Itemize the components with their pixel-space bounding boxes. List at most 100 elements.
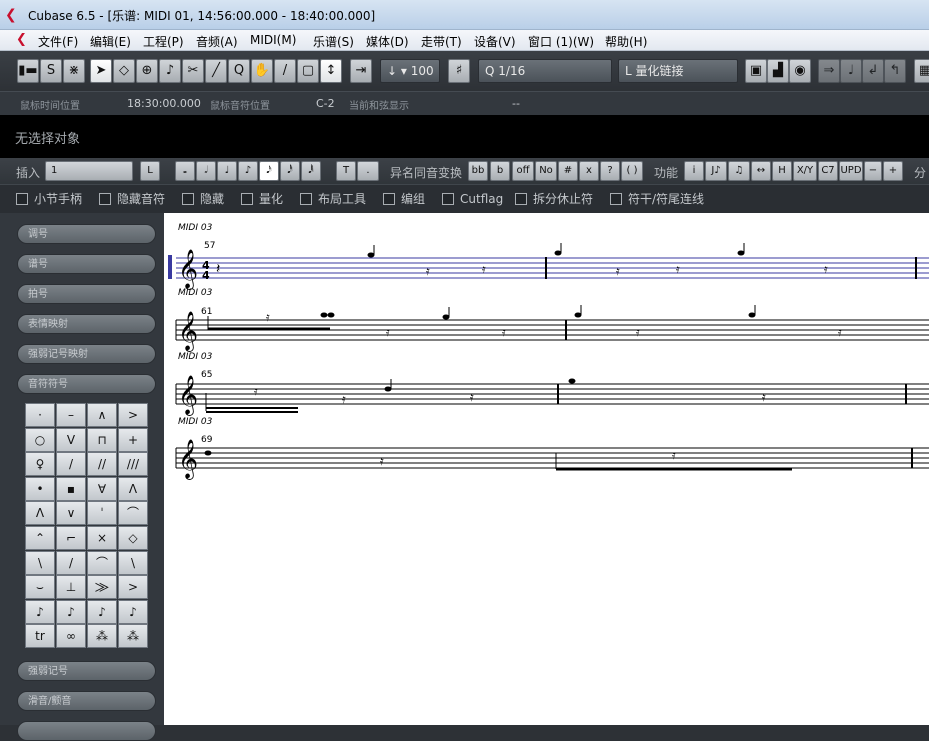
symbol-button[interactable]: / [56, 452, 86, 477]
solo-icon[interactable]: S [40, 59, 62, 83]
symbol-button[interactable]: \ [118, 550, 148, 575]
symbol-button[interactable]: ⌃ [25, 526, 55, 550]
symbol-button[interactable]: ˈ [87, 501, 117, 526]
section-time-signature[interactable]: 拍号 [17, 284, 156, 304]
symbol-button[interactable]: // [87, 452, 117, 477]
symbol-button[interactable]: ○ [25, 427, 55, 452]
section-note-symbols[interactable]: 音符符号 [17, 374, 156, 394]
checkbox[interactable] [610, 193, 622, 205]
symbol-button[interactable]: ⨠ [87, 575, 117, 600]
checkbox[interactable] [383, 193, 395, 205]
symbol-button[interactable]: ⊓ [87, 427, 117, 452]
checkbox[interactable] [182, 193, 194, 205]
autoscroll-icon[interactable]: ↕ [320, 59, 342, 83]
minus-button[interactable]: − [864, 161, 882, 181]
snap-icon[interactable]: ⇥ [350, 59, 372, 83]
menu-devices[interactable]: 设备(V) [474, 33, 516, 50]
grid-icon[interactable]: ♯ [448, 59, 470, 83]
update-button[interactable]: UPD [839, 161, 863, 181]
symbol-button[interactable]: ∨ [56, 501, 86, 526]
symbol-button[interactable]: /// [118, 452, 148, 477]
symbol-button[interactable]: > [118, 575, 148, 600]
flip-button[interactable]: J♪ [705, 161, 727, 181]
double-flat-button[interactable]: bb [468, 161, 488, 181]
symbol-button[interactable]: + [118, 427, 148, 452]
bracket-button[interactable]: ( ) [621, 161, 643, 181]
zoom-tool-icon[interactable]: ⊕ [136, 59, 158, 83]
symbol-button[interactable]: ∧ [87, 403, 117, 427]
info-button[interactable]: i [684, 161, 704, 181]
check-layout-tool[interactable]: 布局工具 [300, 191, 366, 207]
save-icon[interactable]: ▣ [745, 59, 767, 83]
section-more[interactable] [17, 721, 156, 741]
symbol-button[interactable]: ⊥ [56, 575, 86, 600]
checkbox[interactable] [442, 193, 454, 205]
section-dynamics[interactable]: 强弱记号 [17, 661, 156, 681]
plus-button[interactable]: + [883, 161, 903, 181]
quarter-note-button[interactable]: ♩ [217, 161, 237, 181]
symbol-button[interactable]: ♪ [56, 599, 86, 624]
menu-transport[interactable]: 走带(T) [421, 33, 462, 50]
checkbox[interactable] [16, 193, 28, 205]
symbol-button[interactable]: tr [25, 624, 55, 649]
symbol-button[interactable]: ∀ [87, 476, 117, 501]
menu-media[interactable]: 媒体(D) [366, 33, 409, 50]
chart-icon[interactable]: ▟ [767, 59, 789, 83]
xy-button[interactable]: X/Y [793, 161, 817, 181]
cubase-menu-logo-icon[interactable]: ❮ [16, 32, 27, 47]
menu-window[interactable]: 窗口 (1)(W) [528, 33, 594, 50]
quantize-select[interactable]: Q 1/16 [478, 59, 612, 83]
menu-audio[interactable]: 音频(A) [196, 33, 238, 50]
scissors-tool-icon[interactable]: ✂ [182, 59, 204, 83]
symbol-button[interactable]: · [25, 403, 55, 427]
check-hidden[interactable]: 隐藏 [182, 191, 224, 207]
whole-note-button[interactable]: 𝅝 [175, 161, 195, 181]
symbol-button[interactable]: ▪ [56, 476, 86, 501]
midi-icon[interactable]: ◉ [789, 59, 811, 83]
sixtyfourth-note-button[interactable]: 𝅘𝅥𝅱 [301, 161, 321, 181]
menu-scores[interactable]: 乐谱(S) [313, 33, 354, 50]
section-glissando[interactable]: 滑音/颤音 [17, 691, 156, 711]
inspector-icon[interactable]: ▮▬ [17, 59, 39, 83]
double-sharp-button[interactable]: x [579, 161, 599, 181]
section-clef[interactable]: 谱号 [17, 254, 156, 274]
group-button[interactable]: ♫ [728, 161, 750, 181]
symbol-button[interactable]: ⌒ [118, 501, 148, 526]
select-tool-icon[interactable]: ➤ [90, 59, 112, 83]
dotted-button[interactable]: . [357, 161, 379, 181]
section-key-signature[interactable]: 调号 [17, 224, 156, 244]
symbol-button[interactable]: • [25, 476, 55, 501]
quantize-link-select[interactable]: L 量化链接 [618, 59, 738, 83]
brush-tool-icon[interactable]: / [274, 59, 296, 83]
symbol-button[interactable]: ⁂ [118, 624, 148, 649]
menu-project[interactable]: 工程(P) [143, 33, 184, 50]
box-tool-icon[interactable]: ▢ [297, 59, 319, 83]
symbol-button[interactable]: ⌒ [87, 550, 117, 575]
hand-tool-icon[interactable]: ✋ [251, 59, 273, 83]
flat-button[interactable]: b [490, 161, 510, 181]
half-note-button[interactable]: 𝅗𝅥 [196, 161, 216, 181]
insert-voice-field[interactable]: 1 [45, 161, 133, 181]
symbol-button[interactable]: ◇ [118, 526, 148, 550]
symbol-button[interactable]: \ [25, 550, 55, 575]
color-icon[interactable]: ▦ [914, 59, 929, 83]
check-cutflag[interactable]: Cutflag [442, 191, 503, 207]
note-tool-icon[interactable]: ♪ [159, 59, 181, 83]
checkbox[interactable] [515, 193, 527, 205]
check-bar-handles[interactable]: 小节手柄 [16, 191, 82, 207]
checkbox[interactable] [300, 193, 312, 205]
sharp-button[interactable]: # [558, 161, 578, 181]
question-button[interactable]: ? [600, 161, 620, 181]
check-split-rests[interactable]: 拆分休止符 [515, 191, 593, 207]
step-up-icon[interactable]: ↰ [884, 59, 906, 83]
menu-edit[interactable]: 编辑(E) [90, 33, 131, 50]
checkbox[interactable] [241, 193, 253, 205]
symbol-button[interactable]: – [56, 403, 86, 427]
step-forward-icon[interactable]: ⇒ [818, 59, 840, 83]
check-hidden-notes[interactable]: 隐藏音符 [99, 191, 165, 207]
symbol-button[interactable]: ♪ [25, 599, 55, 624]
step-note-icon[interactable]: ♩ [840, 59, 862, 83]
symbol-button[interactable]: ⌐ [56, 526, 86, 550]
symbol-button[interactable]: Λ [118, 476, 148, 501]
symbol-button[interactable]: ♀ [25, 452, 55, 477]
